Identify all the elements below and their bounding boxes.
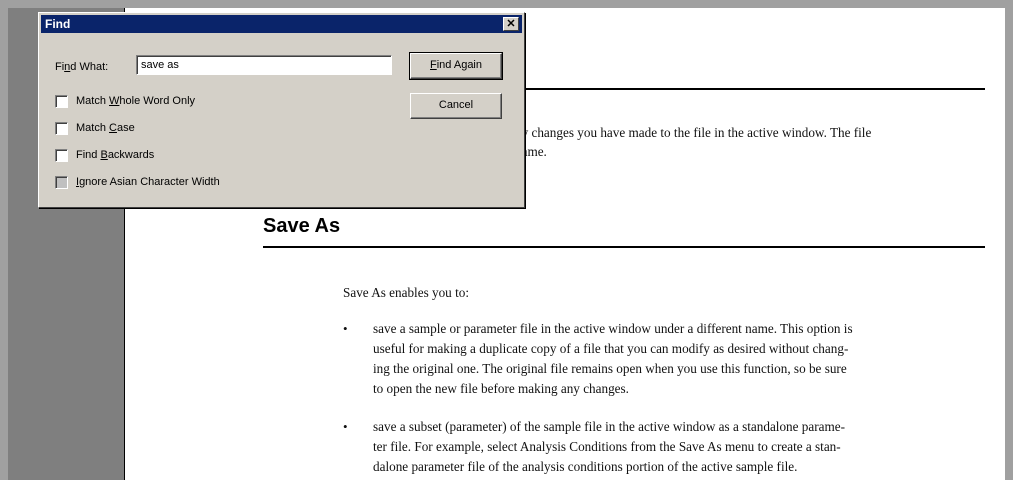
intro-paragraph: Save As enables you to: — [343, 285, 469, 300]
match-case-checkbox[interactable] — [55, 122, 68, 135]
previous-text-line: ny changes you have made to the file in … — [515, 125, 872, 140]
find-dialog: Find ✕ Find What: Find Again Cancel Matc… — [38, 12, 525, 208]
bullet-text-line: to open the new file before making any c… — [373, 381, 629, 396]
bullet-text-line: save a sample or parameter file in the a… — [373, 321, 853, 336]
cancel-button[interactable]: Cancel — [410, 93, 502, 119]
find-what-input[interactable] — [136, 55, 392, 75]
bullet-marker: • — [343, 419, 348, 434]
bullet-text-line: ter file. For example, select Analysis C… — [373, 439, 841, 454]
ignore-asian-width-checkbox[interactable] — [55, 176, 68, 189]
match-case-label: Match Case — [76, 122, 135, 134]
bullet-text-line: useful for making a duplicate copy of a … — [373, 341, 849, 356]
find-backwards-label: Find Backwards — [76, 149, 155, 161]
find-backwards-checkbox[interactable] — [55, 149, 68, 162]
ignore-asian-width-label: Ignore Asian Character Width — [76, 176, 220, 188]
match-whole-word-label: Match Whole Word Only — [76, 95, 196, 107]
close-icon: ✕ — [506, 18, 516, 30]
section-heading: Save As — [263, 215, 341, 237]
dialog-title-bar[interactable]: Find ✕ — [41, 15, 522, 33]
close-button[interactable]: ✕ — [503, 17, 519, 31]
dialog-title: Find — [45, 17, 71, 31]
section-heading-rule — [263, 246, 985, 248]
bullet-text-line: dalone parameter file of the analysis co… — [373, 459, 798, 474]
bullet-marker: • — [343, 321, 348, 336]
find-what-label: Find What: — [55, 61, 109, 73]
bullet-text-line: ing the original one. The original file … — [373, 361, 847, 376]
match-whole-word-checkbox[interactable] — [55, 95, 68, 108]
find-again-button[interactable]: Find Again — [409, 52, 503, 80]
bullet-text-line: save a subset (parameter) of the sample … — [373, 419, 845, 434]
